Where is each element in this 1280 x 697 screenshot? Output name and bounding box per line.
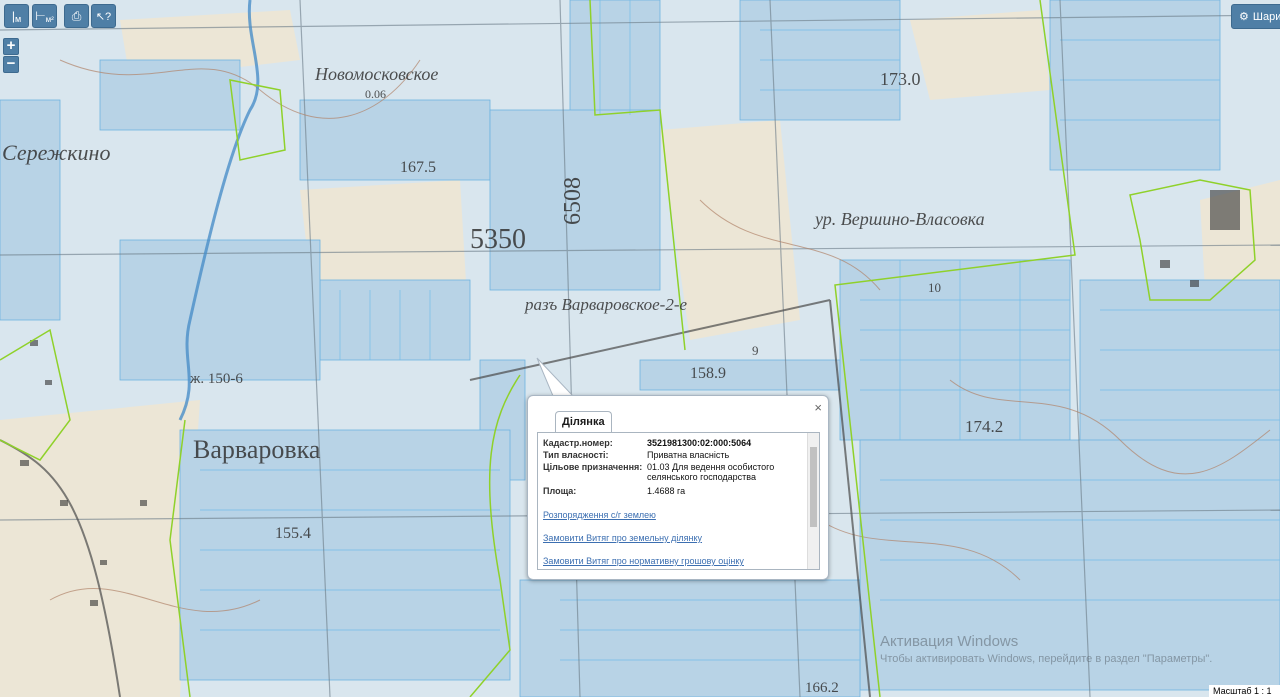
field-area: Площа: 1.4688 га <box>543 486 686 496</box>
zoom-out-button[interactable]: − <box>3 56 19 73</box>
field-ownership-type: Тип власності: Приватна власність <box>543 450 730 460</box>
close-icon[interactable]: × <box>814 400 822 415</box>
zoom-in-button[interactable]: + <box>3 38 19 55</box>
map-label: 173.0 <box>880 69 921 89</box>
popup-scrollbar[interactable] <box>807 433 819 569</box>
layers-button[interactable]: ⚙ Шари <box>1231 4 1280 29</box>
map-label: 6508 <box>560 177 586 225</box>
measure-area-button[interactable]: ⊢ м² <box>32 4 57 28</box>
map-label: 155.4 <box>275 525 311 542</box>
map-label: 167.5 <box>400 159 436 176</box>
tab-parcel[interactable]: Ділянка <box>555 411 612 433</box>
link-land-disposal[interactable]: Розпорядження с/г землею <box>543 510 656 520</box>
map-label: Новомосковское <box>314 64 438 84</box>
popup-tail <box>536 357 575 397</box>
identify-button[interactable]: ↖? <box>91 4 116 28</box>
map-label: Сережкино <box>2 140 110 165</box>
link-order-valuation-extract[interactable]: Замовити Витяг про нормативну грошову оц… <box>543 556 744 566</box>
pointer-help-icon: ↖? <box>95 10 112 23</box>
map-label: Варваровка <box>193 435 321 464</box>
gear-icon: ⚙ <box>1239 11 1249 23</box>
map-label: 166.2 <box>805 680 839 696</box>
link-order-parcel-extract[interactable]: Замовити Витяг про земельну ділянку <box>543 533 702 543</box>
map-label: 9 <box>752 343 759 358</box>
field-purpose: Цільове призначення: 01.03 Для ведення о… <box>543 462 775 482</box>
map-canvas[interactable]: Новомосковское 0.06 Сережкино 167.5 5350… <box>0 0 1280 697</box>
map-label: 5350 <box>470 224 526 255</box>
map-label: ж. 150-6 <box>189 371 243 387</box>
map-label: разъ Варваровское-2-е <box>524 295 688 314</box>
scrollbar-thumb[interactable] <box>810 447 817 527</box>
field-cadastral-number: Кадастр.номер: 3521981300:02:000:5064 <box>543 438 752 448</box>
popup-content: Кадастр.номер: 3521981300:02:000:5064 Ти… <box>537 432 820 570</box>
area-ruler-icon: ⊢ <box>35 9 46 23</box>
windows-activation-watermark: Активация Windows Чтобы активировать Win… <box>880 633 1213 665</box>
map-label: 174.2 <box>965 417 1003 436</box>
print-button[interactable]: ⎙ <box>64 4 89 28</box>
map-label: 0.06 <box>365 87 386 101</box>
map-label: 158.9 <box>690 365 726 382</box>
map-label: ур. Вершино-Власовка <box>813 209 985 229</box>
map-label: 10 <box>928 280 941 295</box>
measure-distance-button[interactable]: | м <box>4 4 29 28</box>
parcel-info-popup: × Ділянка Кадастр.номер: 3521981300:02:0… <box>527 395 829 580</box>
printer-icon: ⎙ <box>71 8 82 23</box>
scale-indicator: Масштаб 1 : 1 <box>1209 685 1280 697</box>
